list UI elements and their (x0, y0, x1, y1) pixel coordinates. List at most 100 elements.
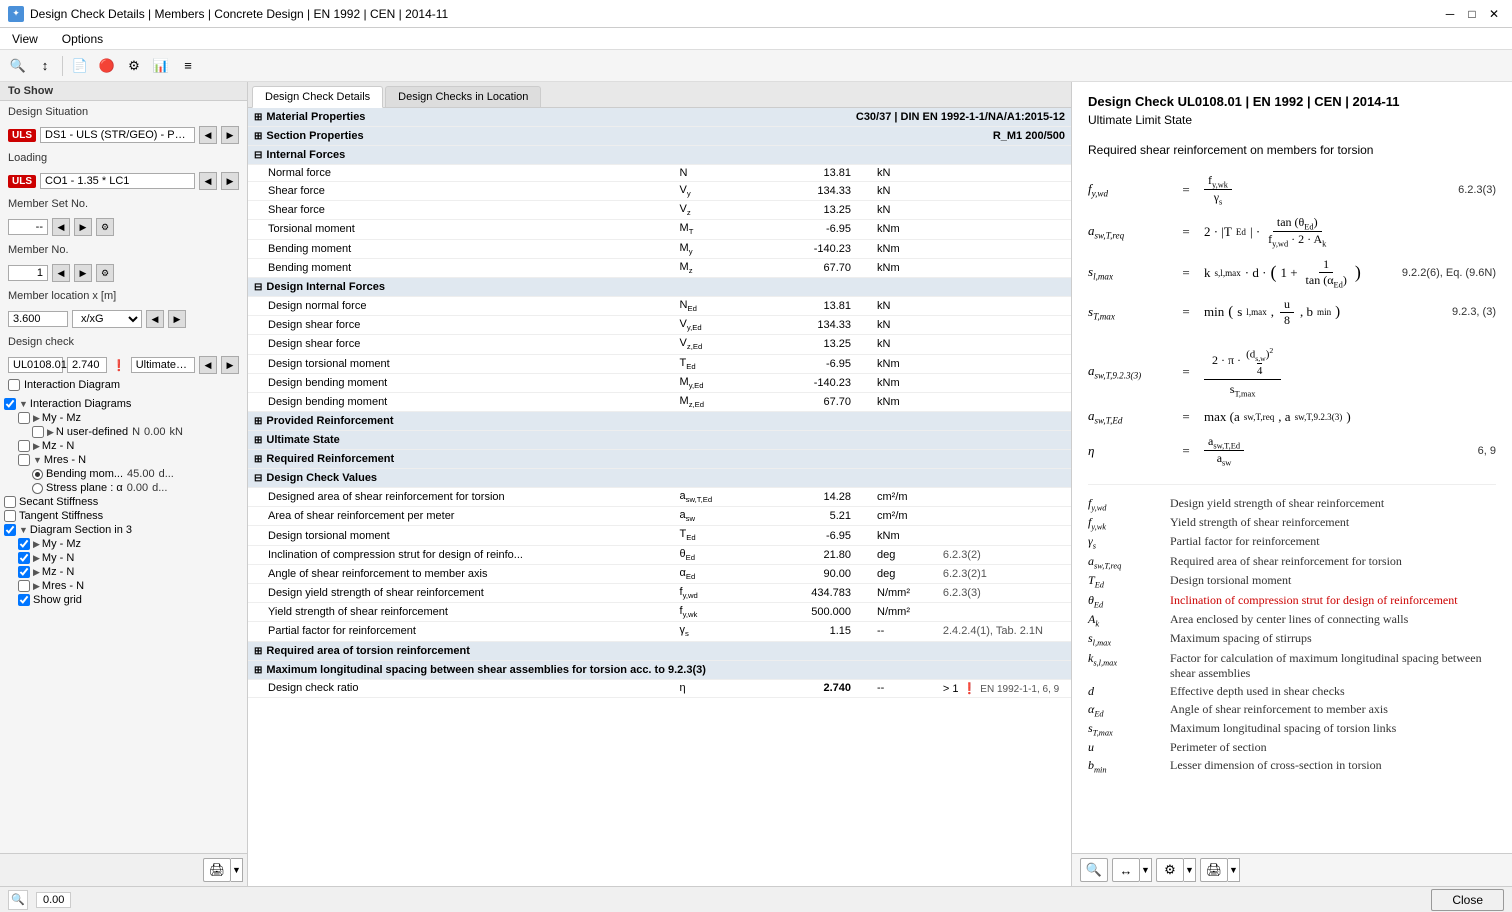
ultimate-state-header[interactable]: ⊞Ultimate State (248, 431, 1071, 450)
tree-tangent-stiffness[interactable]: Tangent Stiffness (0, 509, 247, 523)
table-row: Shear force Vy 134.33 kN (248, 182, 1071, 201)
rp-btn-2-group: ↔ ▼ (1112, 858, 1152, 882)
ms-prev-btn[interactable]: ◀ (52, 218, 70, 236)
rp-btn-print[interactable]: 🖨 (1200, 858, 1228, 882)
toolbar-btn-1[interactable]: 🔍 (6, 54, 30, 78)
tree-show-grid[interactable]: Show grid (14, 593, 247, 607)
tree-secant-stiffness[interactable]: Secant Stiffness (0, 495, 247, 509)
mn-next-btn[interactable]: ▶ (74, 264, 92, 282)
interaction-diagram-checkbox-row[interactable]: Interaction Diagram (0, 377, 247, 393)
check-ratio[interactable]: 2.740 (67, 357, 107, 373)
design-situation-value[interactable]: DS1 - ULS (STR/GEO) - Perma... (40, 127, 195, 143)
check-next-btn[interactable]: ▶ (221, 356, 239, 374)
tree-mres-n-2[interactable]: ▶ Mres - N (14, 579, 247, 593)
tree-interaction-diagrams[interactable]: ▼ Interaction Diagrams (0, 397, 247, 411)
rp-btn-1[interactable]: 🔍 (1080, 858, 1108, 882)
design-check-values-header[interactable]: ⊟Design Check Values (248, 469, 1071, 488)
design-internal-forces-header[interactable]: ⊟Design Internal Forces (248, 277, 1071, 296)
toolbar-btn-2[interactable]: ↕ (33, 54, 57, 78)
provided-reinforcement-header[interactable]: ⊞Provided Reinforcement (248, 412, 1071, 431)
tree-my-mz-2[interactable]: ▶ My - Mz (14, 537, 247, 551)
toolbar-btn-7[interactable]: ≡ (176, 54, 200, 78)
check-type[interactable]: Ultimate Li... (131, 357, 195, 373)
member-location-input[interactable]: 3.600 (8, 311, 68, 327)
tree-check-tangent[interactable] (4, 510, 16, 522)
tree-check-secant[interactable] (4, 496, 16, 508)
tree-n-user-defined[interactable]: ▶ N user-defined N 0.00 kN (28, 425, 247, 439)
status-search-btn[interactable]: 🔍 (8, 890, 28, 910)
ds-prev-btn[interactable]: ◀ (199, 126, 217, 144)
tree-mres-n[interactable]: ▼ Mres - N (14, 453, 247, 467)
tree-label-mz-n-2: Mz - N (42, 566, 74, 578)
member-set-no-value-row: -- ◀ ▶ ⚙ (0, 215, 247, 239)
minimize-button[interactable]: ─ (1440, 4, 1460, 24)
maximize-button[interactable]: □ (1462, 4, 1482, 24)
def-row: bmin Lesser dimension of cross-section i… (1088, 758, 1496, 774)
tree-check-mz-n[interactable] (18, 440, 30, 452)
interaction-diagram-checkbox[interactable] (8, 379, 20, 391)
ms-next-btn[interactable]: ▶ (74, 218, 92, 236)
loc-prev-btn[interactable]: ◀ (146, 310, 164, 328)
tab-design-checks-location[interactable]: Design Checks in Location (385, 86, 541, 107)
ratio-value: 2.740 (758, 679, 857, 697)
tree-bending-mom[interactable]: Bending mom... 45.00 d... (28, 467, 247, 481)
rp-btn-2[interactable]: ↔ (1112, 858, 1140, 882)
material-properties-row[interactable]: ⊞Material Properties C30/37 | DIN EN 199… (248, 108, 1071, 127)
tree-mz-n-2[interactable]: ▶ Mz - N (14, 565, 247, 579)
table-row: Design bending moment My,Ed -140.23 kNm (248, 373, 1071, 392)
tree-check-interaction-diagrams[interactable] (4, 398, 16, 410)
close-button[interactable]: Close (1431, 889, 1504, 911)
table-row: Bending moment Mz 67.70 kNm (248, 258, 1071, 277)
rp-btn-3[interactable]: ⚙ (1156, 858, 1184, 882)
tree-check-my-mz[interactable] (18, 412, 30, 424)
menu-options[interactable]: Options (58, 30, 107, 48)
mn-action-btn[interactable]: ⚙ (96, 264, 114, 282)
print-dropdown-btn[interactable]: ▼ (231, 858, 243, 882)
tree-check-mz-n-2[interactable] (18, 566, 30, 578)
toolbar-btn-3[interactable]: 📄 (68, 54, 92, 78)
tree-check-show-grid[interactable] (18, 594, 30, 606)
loc-next-btn[interactable]: ▶ (168, 310, 186, 328)
req-torsion-header[interactable]: ⊞Required area of torsion reinforcement (248, 641, 1071, 660)
rp-btn-2-arrow[interactable]: ▼ (1140, 858, 1152, 882)
required-reinforcement-header[interactable]: ⊞Required Reinforcement (248, 450, 1071, 469)
print-btn[interactable]: 🖨 (203, 858, 231, 882)
tree-check-n-user[interactable] (32, 426, 44, 438)
rp-btn-print-arrow[interactable]: ▼ (1228, 858, 1240, 882)
member-location-dropdown[interactable]: x/xG (72, 310, 142, 328)
tree-stress-plane[interactable]: Stress plane : α 0.00 d... (28, 481, 247, 495)
radio-bending-mom[interactable] (32, 469, 43, 480)
section-properties-row[interactable]: ⊞Section Properties R_M1 200/500 (248, 127, 1071, 146)
loading-value[interactable]: CO1 - 1.35 * LC1 (40, 173, 195, 189)
check-id[interactable]: UL0108.01 (8, 357, 63, 373)
tree-my-n[interactable]: ▶ My - N (14, 551, 247, 565)
tree-check-mres-n[interactable] (18, 454, 30, 466)
tree-check-mres-n-2[interactable] (18, 580, 30, 592)
tab-design-check-details[interactable]: Design Check Details (252, 86, 383, 108)
tree-mz-n[interactable]: ▶ Mz - N (14, 439, 247, 453)
check-prev-btn[interactable]: ◀ (199, 356, 217, 374)
ms-action-btn[interactable]: ⚙ (96, 218, 114, 236)
tree-check-my-n[interactable] (18, 552, 30, 564)
toolbar-btn-4[interactable]: 🔴 (95, 54, 119, 78)
radio-stress-plane[interactable] (32, 483, 43, 494)
design-situation-row: Design Situation (0, 101, 247, 123)
member-no-input[interactable]: 1 (8, 265, 48, 281)
toolbar-btn-5[interactable]: ⚙ (122, 54, 146, 78)
menu-view[interactable]: View (8, 30, 42, 48)
tree-n-user-unit: kN (169, 426, 182, 438)
max-spacing-header[interactable]: ⊞Maximum longitudinal spacing between sh… (248, 660, 1071, 679)
loading-next-btn[interactable]: ▶ (221, 172, 239, 190)
tree-my-mz[interactable]: ▶ My - Mz (14, 411, 247, 425)
toolbar-btn-6[interactable]: 📊 (149, 54, 173, 78)
tree-check-diagram-section[interactable] (4, 524, 16, 536)
rp-btn-3-arrow[interactable]: ▼ (1184, 858, 1196, 882)
loading-prev-btn[interactable]: ◀ (199, 172, 217, 190)
tree-check-my-mz-2[interactable] (18, 538, 30, 550)
close-window-button[interactable]: ✕ (1484, 4, 1504, 24)
tree-diagram-section[interactable]: ▼ Diagram Section in 3 (0, 523, 247, 537)
internal-forces-header[interactable]: ⊟Internal Forces (248, 146, 1071, 165)
ds-next-btn[interactable]: ▶ (221, 126, 239, 144)
member-set-no-input[interactable]: -- (8, 219, 48, 235)
mn-prev-btn[interactable]: ◀ (52, 264, 70, 282)
